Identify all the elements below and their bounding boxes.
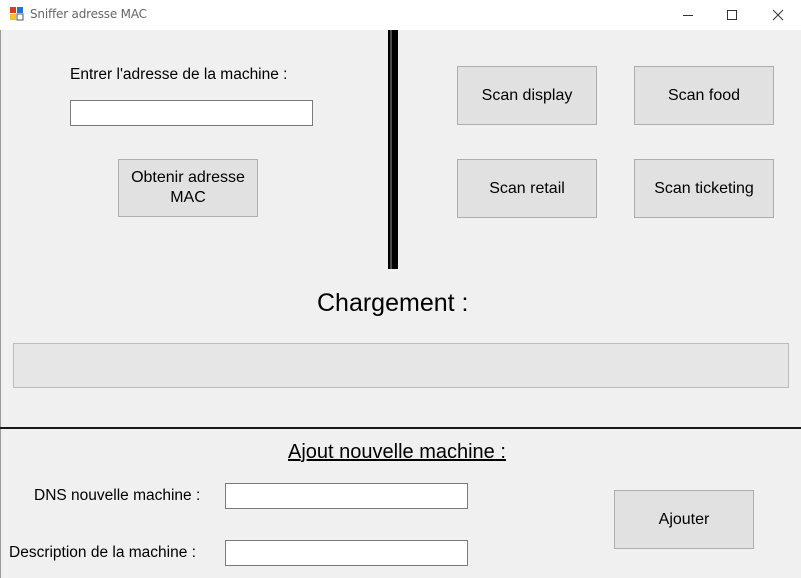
minimize-button[interactable] bbox=[665, 0, 711, 30]
description-input[interactable] bbox=[225, 540, 468, 566]
new-machine-heading: Ajout nouvelle machine : bbox=[288, 441, 506, 463]
scan-food-label: Scan food bbox=[667, 86, 741, 104]
maximize-button[interactable] bbox=[709, 0, 755, 30]
window-title: Sniffer adresse MAC bbox=[30, 7, 147, 21]
address-input[interactable] bbox=[70, 100, 313, 126]
horizontal-separator bbox=[0, 427, 801, 429]
description-label: Description de la machine : bbox=[9, 544, 196, 561]
vertical-separator bbox=[388, 30, 398, 269]
get-mac-button-label: Obtenir adresse MAC bbox=[131, 169, 245, 206]
add-button-label: Ajouter bbox=[658, 510, 710, 528]
scan-food-button[interactable]: Scan food bbox=[634, 66, 774, 125]
maximize-icon bbox=[727, 10, 737, 20]
dns-input[interactable] bbox=[225, 483, 468, 509]
window-border bbox=[0, 30, 1, 578]
scan-retail-button[interactable]: Scan retail bbox=[457, 159, 597, 218]
close-icon bbox=[772, 9, 784, 21]
dns-label: DNS nouvelle machine : bbox=[34, 487, 201, 504]
close-button[interactable] bbox=[755, 0, 801, 30]
scan-retail-label: Scan retail bbox=[489, 179, 565, 197]
loading-progress-bar bbox=[13, 343, 789, 388]
address-label: Entrer l'adresse de la machine : bbox=[70, 66, 288, 83]
scan-display-label: Scan display bbox=[481, 86, 573, 104]
add-button[interactable]: Ajouter bbox=[614, 490, 754, 549]
title-bar: Sniffer adresse MAC bbox=[0, 0, 801, 30]
get-mac-button[interactable]: Obtenir adresse MAC bbox=[118, 159, 258, 217]
scan-ticketing-button[interactable]: Scan ticketing bbox=[634, 159, 774, 218]
loading-label: Chargement : bbox=[317, 289, 469, 317]
minimize-icon bbox=[683, 15, 693, 16]
scan-ticketing-label: Scan ticketing bbox=[654, 179, 754, 197]
app-icon bbox=[10, 7, 24, 21]
scan-display-button[interactable]: Scan display bbox=[457, 66, 597, 125]
